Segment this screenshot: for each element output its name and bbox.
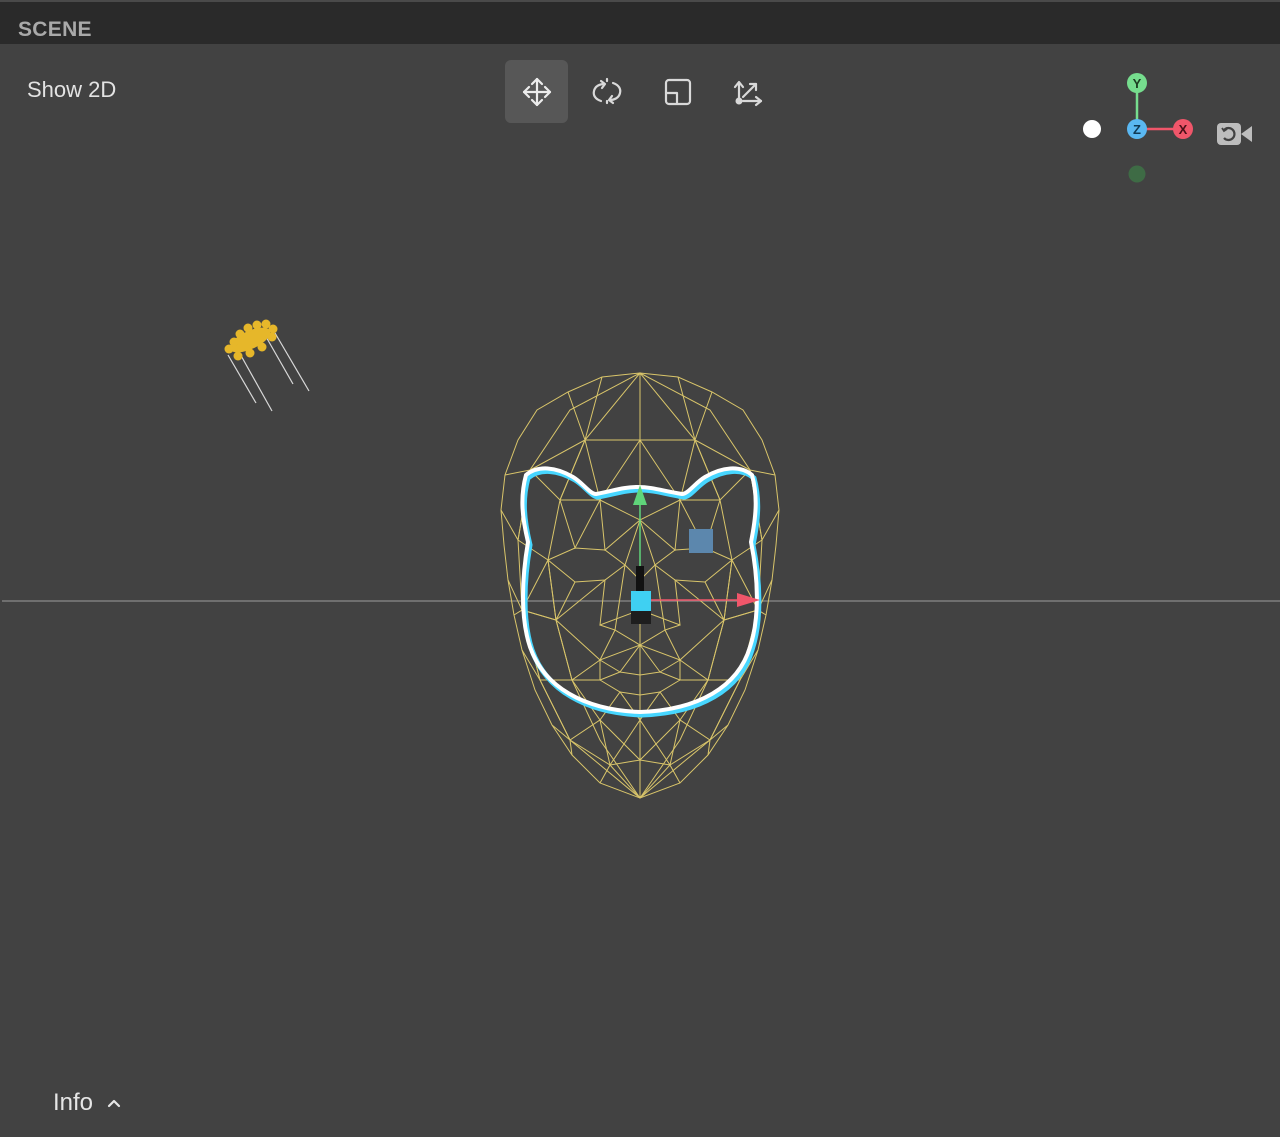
axis-x-handle[interactable]: X (1173, 119, 1193, 139)
chevron-up-icon (107, 1099, 121, 1108)
axis-y-handle[interactable]: Y (1127, 73, 1147, 93)
axis-z-handle[interactable]: Z (1127, 119, 1147, 139)
axis-neg-y-dot[interactable] (1128, 165, 1146, 183)
rotate-icon (592, 77, 621, 106)
gizmo-shadow (631, 610, 651, 624)
camera-switch-icon[interactable] (1217, 123, 1252, 145)
rotate-tool-button[interactable] (575, 60, 638, 123)
gizmo-center-handle (631, 591, 651, 611)
svg-text:Y: Y (1133, 76, 1142, 91)
axis-orientation-gizmo[interactable]: Y Z X (1075, 70, 1275, 190)
info-label: Info (53, 1089, 94, 1116)
pivot-tool-button[interactable] (716, 60, 779, 123)
move-arrows-icon (522, 77, 551, 106)
scale-icon (664, 78, 691, 105)
show-2d-toggle[interactable]: Show 2D (27, 77, 116, 103)
light-object[interactable] (224, 319, 310, 412)
gizmo-z-axis (636, 566, 644, 592)
view-origin-dot[interactable] (1083, 120, 1101, 138)
pivot-icon (733, 80, 762, 106)
svg-text:Z: Z (1133, 122, 1141, 137)
svg-text:X: X (1179, 122, 1188, 137)
info-toggle[interactable]: Info (53, 1089, 121, 1117)
scale-tool-button[interactable] (646, 60, 709, 123)
move-tool-button[interactable] (505, 60, 568, 123)
gizmo-xy-plane-handle (689, 529, 713, 553)
